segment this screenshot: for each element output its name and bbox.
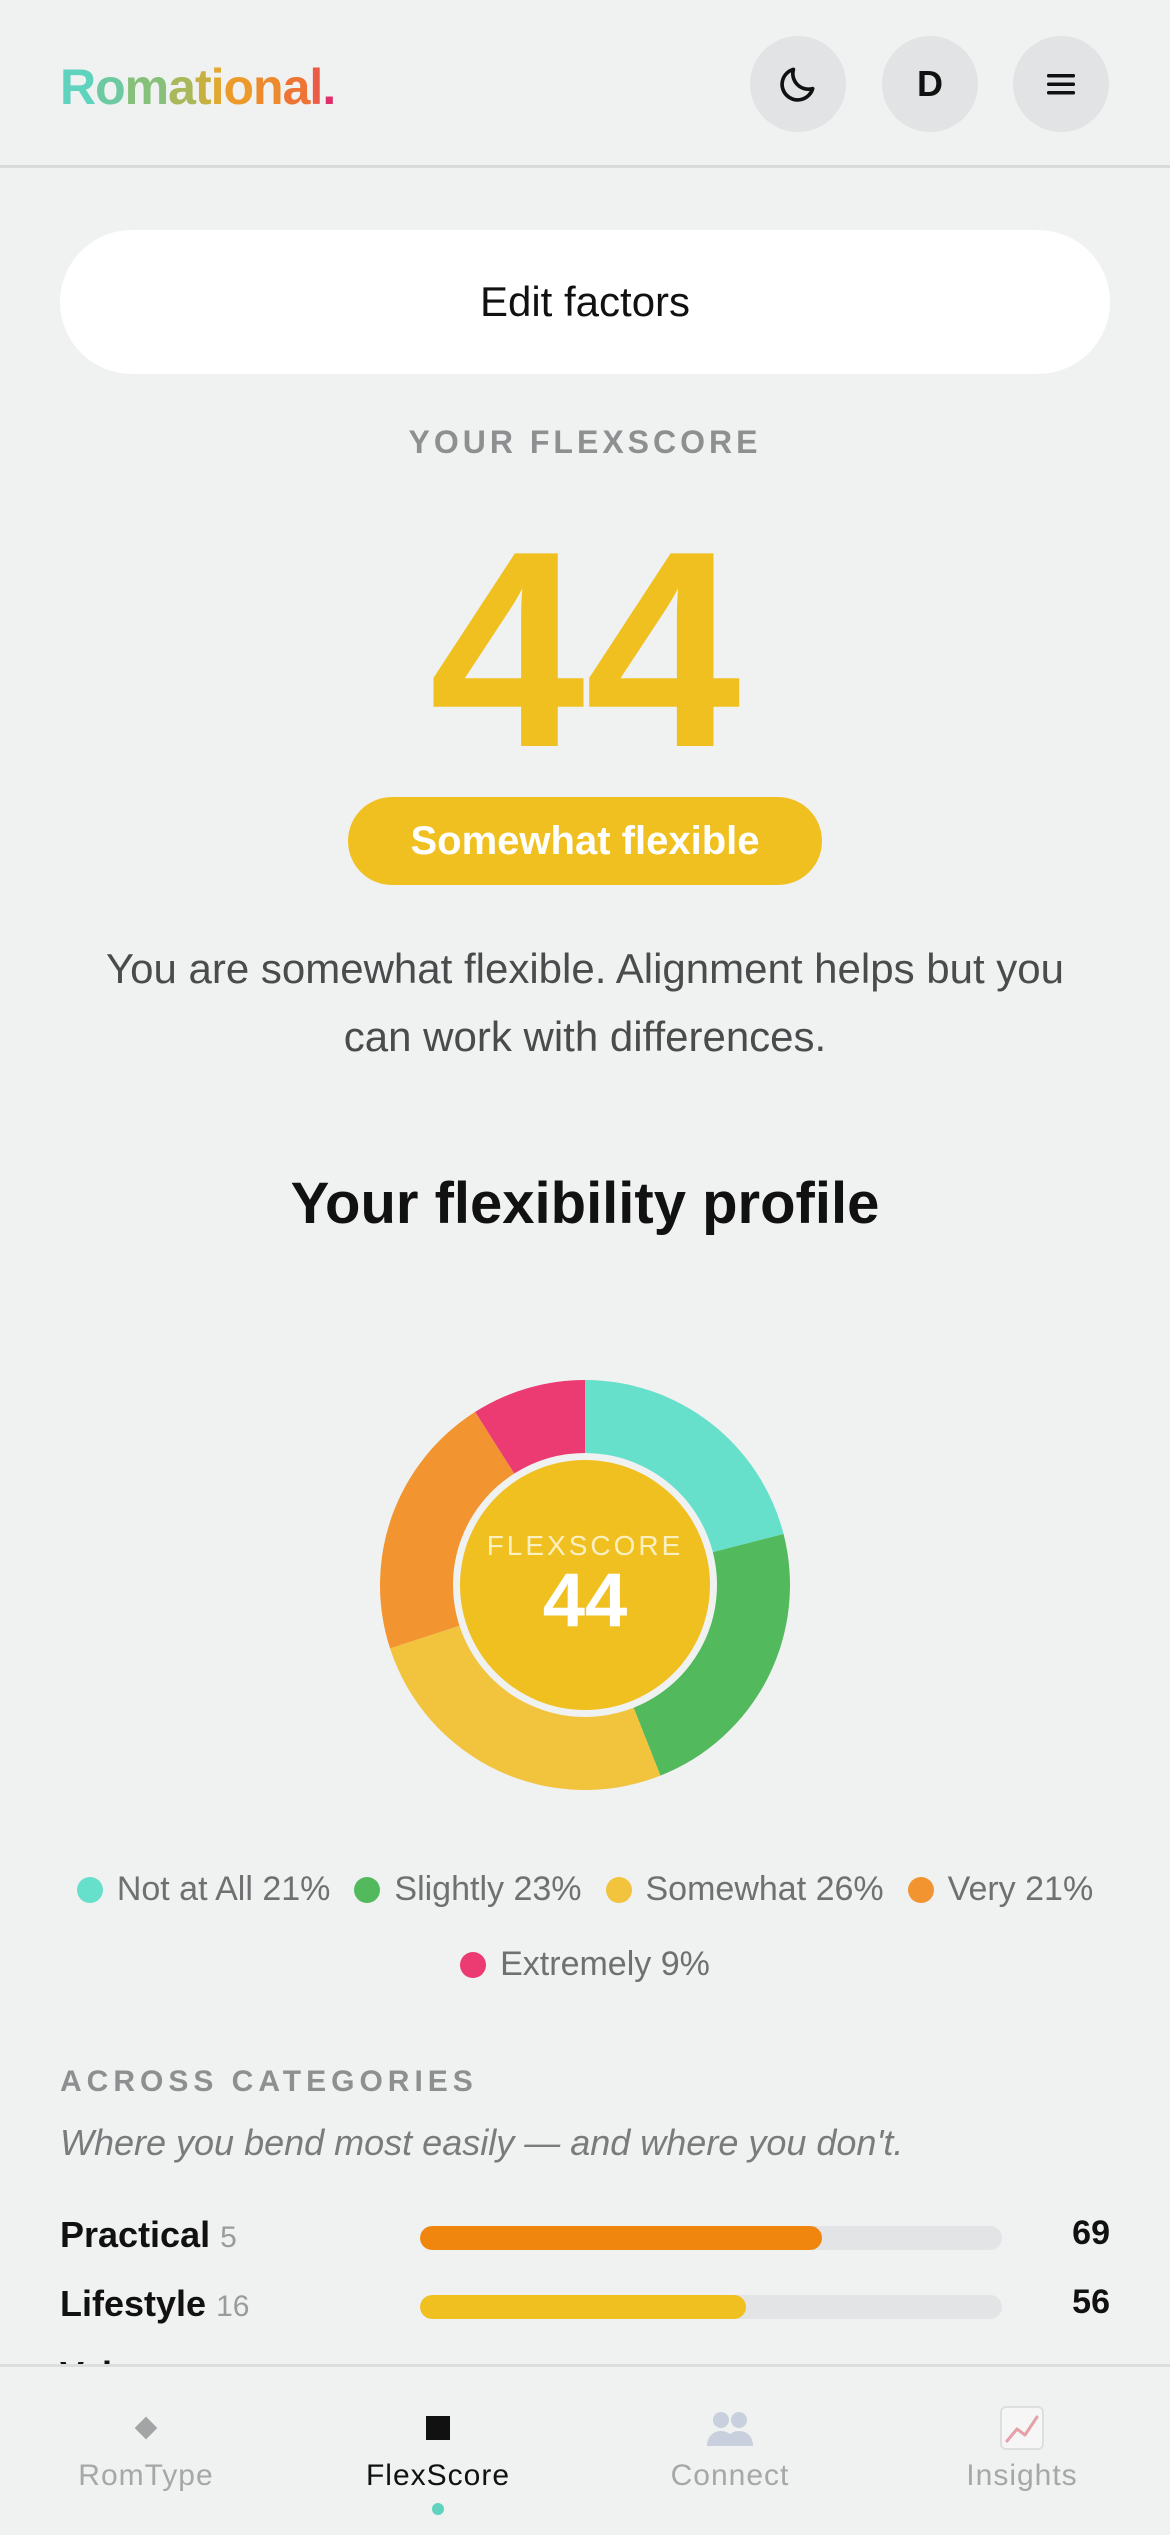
tab-insights[interactable]: Insights	[876, 2367, 1168, 2535]
moon-icon	[780, 67, 815, 102]
square-icon	[423, 2405, 453, 2451]
hamburger-icon	[1047, 74, 1075, 95]
logo-letter: m	[124, 59, 169, 115]
profile-title: Your flexibility profile	[290, 1171, 880, 1236]
legend-item: Somewhat 26%	[605, 1870, 884, 1909]
logo-letter: o	[223, 59, 255, 115]
legend-dot	[605, 1876, 632, 1903]
legend-dot	[76, 1876, 103, 1903]
legend-item: Slightly 23%	[354, 1870, 582, 1909]
donut-center: FLEXSCORE 44	[460, 1460, 710, 1710]
category-label: Lifestyle 16	[60, 2283, 250, 2324]
flexscore-kicker: YOUR FLEXSCORE	[408, 424, 762, 460]
app-header: Romational. D	[0, 0, 1170, 168]
chart-legend: Not at All 21% Slightly 23% Somewhat 26% Ve…	[40, 1870, 1130, 1984]
tab-label: Insights	[966, 2459, 1078, 2492]
category-bar-track	[420, 2295, 1002, 2319]
flexibility-donut-chart: FLEXSCORE 44	[370, 1370, 800, 1800]
logo-letter: n	[253, 59, 284, 115]
active-tab-indicator	[432, 2503, 444, 2515]
tab-label: RomType	[78, 2459, 214, 2492]
people-icon	[704, 2405, 756, 2451]
legend-label: Somewhat 26%	[645, 1870, 884, 1908]
legend-item: Very 21%	[907, 1870, 1094, 1909]
category-bar-fill	[420, 2295, 746, 2319]
tab-romtype[interactable]: RomType	[0, 2367, 292, 2535]
category-count: 16	[216, 2290, 250, 2323]
legend-label: Extremely 9%	[500, 1945, 710, 1983]
legend-item: Not at All 21%	[76, 1870, 331, 1909]
bottom-tab-bar: RomType FlexScore Connect Insights	[0, 2364, 1170, 2532]
legend-dot	[907, 1876, 934, 1903]
category-bar-track	[420, 2226, 1002, 2250]
logo-letter: l	[309, 59, 323, 115]
menu-button[interactable]	[1013, 36, 1109, 132]
category-row-lifestyle: Lifestyle 16 56	[60, 2275, 1110, 2335]
logo-letter: a	[168, 59, 196, 115]
chart-icon	[999, 2405, 1045, 2451]
app-logo[interactable]: Romational.	[60, 52, 336, 122]
legend-label: Not at All 21%	[116, 1870, 331, 1908]
category-value: 56	[1072, 2283, 1110, 2321]
diamond-icon	[131, 2405, 161, 2451]
categories-kicker: ACROSS CATEGORIES	[60, 2065, 478, 2098]
flexibility-badge: Somewhat flexible	[348, 797, 822, 885]
tab-flexscore[interactable]: FlexScore	[292, 2367, 584, 2535]
tab-connect[interactable]: Connect	[584, 2367, 876, 2535]
theme-toggle-button[interactable]	[750, 36, 846, 132]
donut-center-value: 44	[542, 1558, 628, 1643]
tab-label: Connect	[670, 2459, 790, 2492]
logo-letter: o	[95, 59, 126, 115]
category-row-practical: Practical 5 69	[60, 2206, 1110, 2266]
logo-letter: R	[60, 59, 96, 115]
legend-label: Slightly 23%	[394, 1870, 582, 1908]
logo-letter: a	[282, 59, 311, 115]
avatar-initial: D	[917, 63, 943, 104]
categories-subtitle: Where you bend most easily — and where y…	[60, 2122, 904, 2163]
legend-label: Very 21%	[947, 1870, 1094, 1908]
tab-label: FlexScore	[365, 2459, 511, 2492]
category-label: Practical 5	[60, 2214, 237, 2255]
category-bar-fill	[420, 2226, 822, 2250]
legend-dot	[460, 1951, 487, 1978]
logo-letter: t	[194, 59, 212, 115]
flexscore-description: You are somewhat flexible. Alignment hel…	[105, 945, 1065, 1060]
category-count: 5	[220, 2221, 237, 2254]
flexscore-value: 44	[429, 494, 741, 806]
edit-factors-button[interactable]: Edit factors	[60, 230, 1110, 374]
legend-item: Extremely 9%	[460, 1945, 710, 1984]
category-value: 69	[1072, 2214, 1110, 2252]
logo-letter: .	[322, 59, 336, 115]
legend-dot	[354, 1876, 381, 1903]
user-avatar-button[interactable]: D	[882, 36, 978, 132]
logo-letter: i	[210, 59, 225, 115]
